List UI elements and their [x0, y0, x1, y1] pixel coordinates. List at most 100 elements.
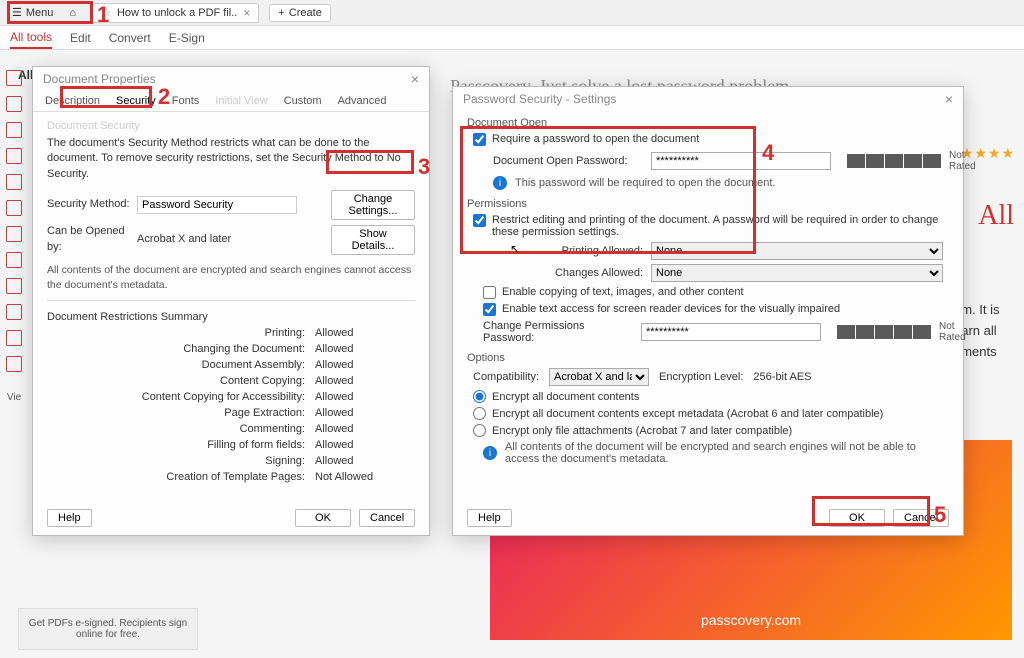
restrictions-grid: Printing:AllowedChanging the Document:Al…	[33, 325, 429, 485]
security-method-label: Security Method:	[47, 197, 137, 212]
menu-button[interactable]: ☰ Menu	[6, 4, 59, 21]
restriction-row: Changing the Document:Allowed	[47, 341, 415, 357]
printing-label: Printing Allowed:	[493, 245, 643, 257]
info-icon: i	[493, 176, 507, 190]
restriction-value: Allowed	[315, 343, 415, 355]
encrypt-all-radio[interactable]	[473, 390, 486, 403]
restriction-key: Changing the Document:	[47, 343, 315, 355]
password-strength-meter	[847, 154, 941, 168]
restrict-editing-checkbox[interactable]	[473, 214, 486, 227]
props-tabstrip: Description Security Fonts Initial View …	[33, 91, 429, 112]
view-label: Vie	[7, 392, 21, 403]
home-button[interactable]: ⌂	[63, 5, 82, 21]
restriction-value: Allowed	[315, 423, 415, 435]
restrict-editing-row: Restrict editing and printing of the doc…	[453, 212, 963, 240]
opened-by-label: Can be Opened by:	[47, 224, 137, 255]
plus-icon: +	[278, 7, 284, 19]
password-strength-meter	[837, 325, 931, 339]
encrypt-attachments-radio[interactable]	[473, 424, 486, 437]
tab-edit[interactable]: Edit	[70, 28, 91, 48]
cancel-button[interactable]: Cancel	[359, 509, 415, 527]
home-icon: ⌂	[69, 7, 76, 19]
help-button[interactable]: Help	[47, 509, 92, 527]
changes-select[interactable]: None	[651, 264, 943, 282]
enable-access-checkbox[interactable]	[483, 303, 496, 316]
tab-fonts[interactable]: Fonts	[170, 91, 202, 111]
enable-copy-checkbox[interactable]	[483, 286, 496, 299]
password-rating: Not Rated	[949, 150, 976, 172]
printing-allowed-row: Printing Allowed: None	[453, 240, 963, 262]
restriction-row: Content Copying for Accessibility:Allowe…	[47, 389, 415, 405]
tab-description[interactable]: Description	[43, 91, 102, 111]
close-icon[interactable]: ×	[411, 71, 419, 87]
tab-advanced[interactable]: Advanced	[336, 91, 389, 111]
password-rating: Not Rated	[939, 321, 966, 343]
encrypt-except-meta-label: Encrypt all document contents except met…	[492, 408, 883, 420]
rail-icon[interactable]	[6, 356, 22, 372]
rail-icon[interactable]	[6, 200, 22, 216]
restriction-row: Page Extraction:Allowed	[47, 405, 415, 421]
restriction-row: Commenting:Allowed	[47, 421, 415, 437]
star-icon: ★	[974, 145, 987, 162]
show-details-button[interactable]: Show Details...	[331, 225, 415, 255]
rail-icon[interactable]	[6, 330, 22, 346]
tab-esign[interactable]: E-Sign	[169, 28, 205, 48]
tab-security[interactable]: Security	[114, 91, 158, 111]
change-settings-button[interactable]: Change Settings...	[331, 190, 415, 220]
tab-convert[interactable]: Convert	[109, 28, 151, 48]
ok-button[interactable]: OK	[295, 509, 351, 527]
compat-select[interactable]: Acrobat X and later	[549, 368, 649, 386]
rail-icon[interactable]	[6, 122, 22, 138]
password-security-dialog: Password Security - Settings × Document …	[452, 86, 964, 536]
compatibility-row: Compatibility: Acrobat X and later Encry…	[453, 366, 963, 388]
restriction-key: Filling of form fields:	[47, 439, 315, 451]
printing-select[interactable]: None	[651, 242, 943, 260]
encrypt-all-label: Encrypt all document contents	[492, 391, 639, 403]
close-icon[interactable]: ×	[945, 91, 953, 107]
left-tool-rail: Vie	[0, 60, 28, 460]
tab-custom[interactable]: Custom	[282, 91, 324, 111]
encrypt-info: i All contents of the document will be e…	[453, 439, 963, 467]
secondary-toolbar: All tools Edit Convert E-Sign	[0, 26, 1024, 50]
tab-initial-view[interactable]: Initial View	[213, 91, 269, 111]
create-button[interactable]: + Create	[269, 4, 330, 22]
restriction-key: Content Copying for Accessibility:	[47, 391, 315, 403]
rail-icon[interactable]	[6, 174, 22, 190]
group-permissions: Permissions	[453, 192, 963, 212]
help-button[interactable]: Help	[467, 509, 512, 527]
require-password-checkbox[interactable]	[473, 133, 486, 146]
close-icon[interactable]: ×	[243, 6, 250, 20]
esign-promo[interactable]: Get PDFs e-signed. Recipients sign onlin…	[18, 608, 198, 650]
restriction-row: Signing:Allowed	[47, 453, 415, 469]
rail-icon[interactable]	[6, 148, 22, 164]
ok-button[interactable]: OK	[829, 509, 885, 527]
document-tab[interactable]: ☆ How to unlock a PDF fil.. ×	[92, 3, 259, 23]
dialog-titlebar: Password Security - Settings ×	[453, 87, 963, 111]
encrypt-attachments-row: Encrypt only file attachments (Acrobat 7…	[453, 422, 963, 439]
dialog-titlebar: Document Properties ×	[33, 67, 429, 91]
star-icon: ★	[1001, 145, 1014, 162]
rail-icon[interactable]	[6, 278, 22, 294]
change-permissions-password-row: Change Permissions Password: Not Rated	[453, 318, 963, 346]
restriction-row: Filling of form fields:Allowed	[47, 437, 415, 453]
tab-all-tools[interactable]: All tools	[10, 27, 52, 49]
encrypt-except-meta-radio[interactable]	[473, 407, 486, 420]
restriction-value: Not Allowed	[315, 471, 415, 483]
encrypt-all-row: Encrypt all document contents	[453, 388, 963, 405]
restriction-row: Content Copying:Allowed	[47, 373, 415, 389]
rail-icon[interactable]	[6, 252, 22, 268]
security-method-select[interactable]	[137, 196, 297, 214]
rail-icon[interactable]	[6, 304, 22, 320]
rail-icon[interactable]	[6, 226, 22, 242]
open-password-input[interactable]	[651, 152, 831, 170]
dialog-title: Password Security - Settings	[463, 92, 616, 106]
enable-copy-row: Enable copying of text, images, and othe…	[453, 284, 963, 301]
cancel-button[interactable]: Cancel	[893, 509, 949, 527]
restriction-row: Creation of Template Pages:Not Allowed	[47, 469, 415, 485]
restriction-value: Allowed	[315, 391, 415, 403]
rail-icon[interactable]	[6, 70, 22, 86]
restrict-editing-label: Restrict editing and printing of the doc…	[492, 214, 943, 238]
change-pw-input[interactable]	[641, 323, 821, 341]
changes-allowed-row: Changes Allowed: None	[453, 262, 963, 284]
rail-icon[interactable]	[6, 96, 22, 112]
